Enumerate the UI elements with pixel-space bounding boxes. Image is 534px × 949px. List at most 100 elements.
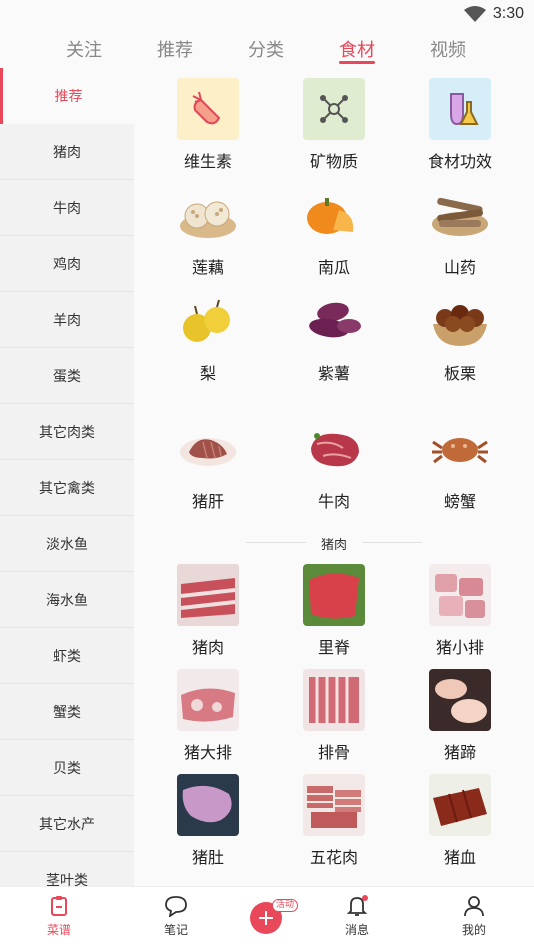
pork-item-spare-ribs[interactable]: 排骨: [284, 669, 384, 763]
sidebar-item-eggs[interactable]: 蛋类: [0, 348, 134, 404]
bottom-tab-recipes[interactable]: 菜谱: [29, 895, 89, 938]
purple-potato-icon: [303, 290, 365, 352]
ingredient-item-crab[interactable]: 螃蟹: [410, 418, 510, 512]
ingredient-item-yam[interactable]: 山药: [410, 184, 510, 278]
chat-bubble-icon: [165, 896, 187, 917]
status-bar: 3:30: [0, 0, 534, 30]
tab-category[interactable]: 分类: [248, 36, 284, 62]
ingredient-item-effects[interactable]: 食材功效: [410, 78, 510, 172]
tab-ingredients[interactable]: 食材: [339, 36, 375, 62]
tab-video[interactable]: 视频: [430, 36, 466, 62]
ingredient-label: 猪蹄: [443, 743, 476, 762]
pork-item-pork-chop[interactable]: 猪大排: [158, 669, 258, 763]
status-time: 3:30: [492, 5, 524, 22]
pork-chop-image: [177, 669, 239, 731]
ingredient-label: 梨: [199, 364, 216, 383]
molecule-icon: [303, 78, 365, 140]
flask-icon: [429, 78, 491, 140]
sidebar-item-pork[interactable]: 猪肉: [0, 124, 134, 180]
ingredient-item-purple-potato[interactable]: 紫薯: [284, 290, 384, 384]
bottom-tab-label: 我的: [461, 923, 486, 937]
spare-ribs-image: [303, 669, 365, 731]
sidebar-item-beef[interactable]: 牛肉: [0, 180, 134, 236]
divider: [246, 542, 306, 543]
section-header-pork: 猪肉: [134, 534, 534, 553]
trotters-image: [429, 669, 491, 731]
ingredient-label: 螃蟹: [443, 492, 476, 511]
bottom-tab-label: 菜谱: [46, 923, 71, 937]
sidebar-item-recommend[interactable]: 推荐: [0, 68, 134, 124]
ingredient-label: 板栗: [443, 364, 476, 383]
beef-icon: [303, 418, 365, 480]
bottom-tab-messages[interactable]: 消息: [327, 895, 387, 938]
active-tab-indicator: [339, 61, 375, 64]
sidebar-item-other-seafood[interactable]: 其它水产: [0, 796, 134, 852]
ingredient-label: 矿物质: [309, 152, 358, 171]
ingredient-label: 排骨: [317, 743, 350, 762]
ingredient-label: 猪大排: [183, 743, 232, 762]
notification-dot: [362, 895, 368, 901]
ingredient-item-beef[interactable]: 牛肉: [284, 418, 384, 512]
bottom-tab-profile[interactable]: 我的: [444, 895, 504, 938]
pork-item-tripe[interactable]: 猪肚: [158, 774, 258, 868]
pork-item-trotters[interactable]: 猪蹄: [410, 669, 510, 763]
tenderloin-image: [303, 564, 365, 626]
ingredient-label: 猪血: [443, 848, 476, 867]
top-tab-bar: 关注 推荐 分类 食材 视频: [0, 30, 534, 70]
yam-icon: [429, 184, 491, 246]
pork-liver-icon: [177, 418, 239, 480]
ingredient-item-vitamins[interactable]: 维生素: [158, 78, 258, 172]
event-badge: 活动: [272, 899, 299, 912]
clipboard-icon: [51, 896, 67, 916]
bottom-tab-label: 笔记: [163, 923, 188, 937]
sidebar-item-leafy-veg[interactable]: 茎叶类: [0, 852, 134, 887]
sidebar-item-sea-fish[interactable]: 海水鱼: [0, 572, 134, 628]
person-icon: [464, 896, 484, 917]
ingredient-item-minerals[interactable]: 矿物质: [284, 78, 384, 172]
wifi-icon: [464, 6, 486, 22]
ingredient-item-pumpkin[interactable]: 南瓜: [284, 184, 384, 278]
pork-item-pig-blood[interactable]: 猪血: [410, 774, 510, 868]
pork-item-small-ribs[interactable]: 猪小排: [410, 564, 510, 658]
section-title: 猪肉: [320, 538, 347, 553]
ingredient-item-pork-liver[interactable]: 猪肝: [158, 418, 258, 512]
bottom-tab-label: 消息: [344, 923, 369, 937]
ingredient-item-chestnut[interactable]: 板栗: [410, 290, 510, 384]
ingredient-label: 牛肉: [317, 492, 350, 511]
ingredient-label: 猪肝: [191, 492, 224, 511]
chestnut-icon: [429, 290, 491, 352]
ingredient-grid: 维生素 矿物质 食材功效 莲藕 南瓜 山药 梨 紫薯 板栗 猪肝 牛肉 螃蟹 猪…: [134, 68, 534, 886]
sidebar-item-chicken[interactable]: 鸡肉: [0, 236, 134, 292]
sidebar-item-lamb[interactable]: 羊肉: [0, 292, 134, 348]
sidebar-item-shrimp[interactable]: 虾类: [0, 628, 134, 684]
ingredient-item-lotus-root[interactable]: 莲藕: [158, 184, 258, 278]
ingredient-label: 南瓜: [317, 258, 350, 277]
sidebar-item-shellfish[interactable]: 贝类: [0, 740, 134, 796]
pork-meat-image: [177, 564, 239, 626]
pear-icon: [177, 290, 239, 352]
tripe-image: [177, 774, 239, 836]
ingredient-label: 里脊: [317, 638, 350, 657]
pumpkin-icon: [303, 184, 365, 246]
ingredient-label: 山药: [443, 258, 476, 277]
ingredient-label: 维生素: [183, 152, 232, 171]
divider: [362, 542, 422, 543]
ingredient-label: 猪肉: [191, 638, 224, 657]
bottom-tab-notes[interactable]: 笔记: [146, 895, 206, 938]
pig-blood-image: [429, 774, 491, 836]
sidebar-item-other-meat[interactable]: 其它肉类: [0, 404, 134, 460]
sidebar-item-crab[interactable]: 蟹类: [0, 684, 134, 740]
tab-follow[interactable]: 关注: [66, 36, 102, 62]
ingredient-label: 猪肚: [191, 848, 224, 867]
sidebar-item-freshwater-fish[interactable]: 淡水鱼: [0, 516, 134, 572]
carrot-icon: [177, 78, 239, 140]
ingredient-label: 紫薯: [317, 364, 350, 383]
tab-recommend[interactable]: 推荐: [157, 36, 193, 62]
sidebar-item-other-poultry[interactable]: 其它禽类: [0, 460, 134, 516]
ingredient-item-pear[interactable]: 梨: [158, 290, 258, 384]
pork-item-pork[interactable]: 猪肉: [158, 564, 258, 658]
pork-item-tenderloin[interactable]: 里脊: [284, 564, 384, 658]
ingredient-label: 食材功效: [427, 152, 492, 171]
pork-item-pork-belly[interactable]: 五花肉: [284, 774, 384, 868]
category-sidebar[interactable]: 推荐 猪肉 牛肉 鸡肉 羊肉 蛋类 其它肉类 其它禽类 淡水鱼 海水鱼 虾类 蟹…: [0, 68, 134, 886]
